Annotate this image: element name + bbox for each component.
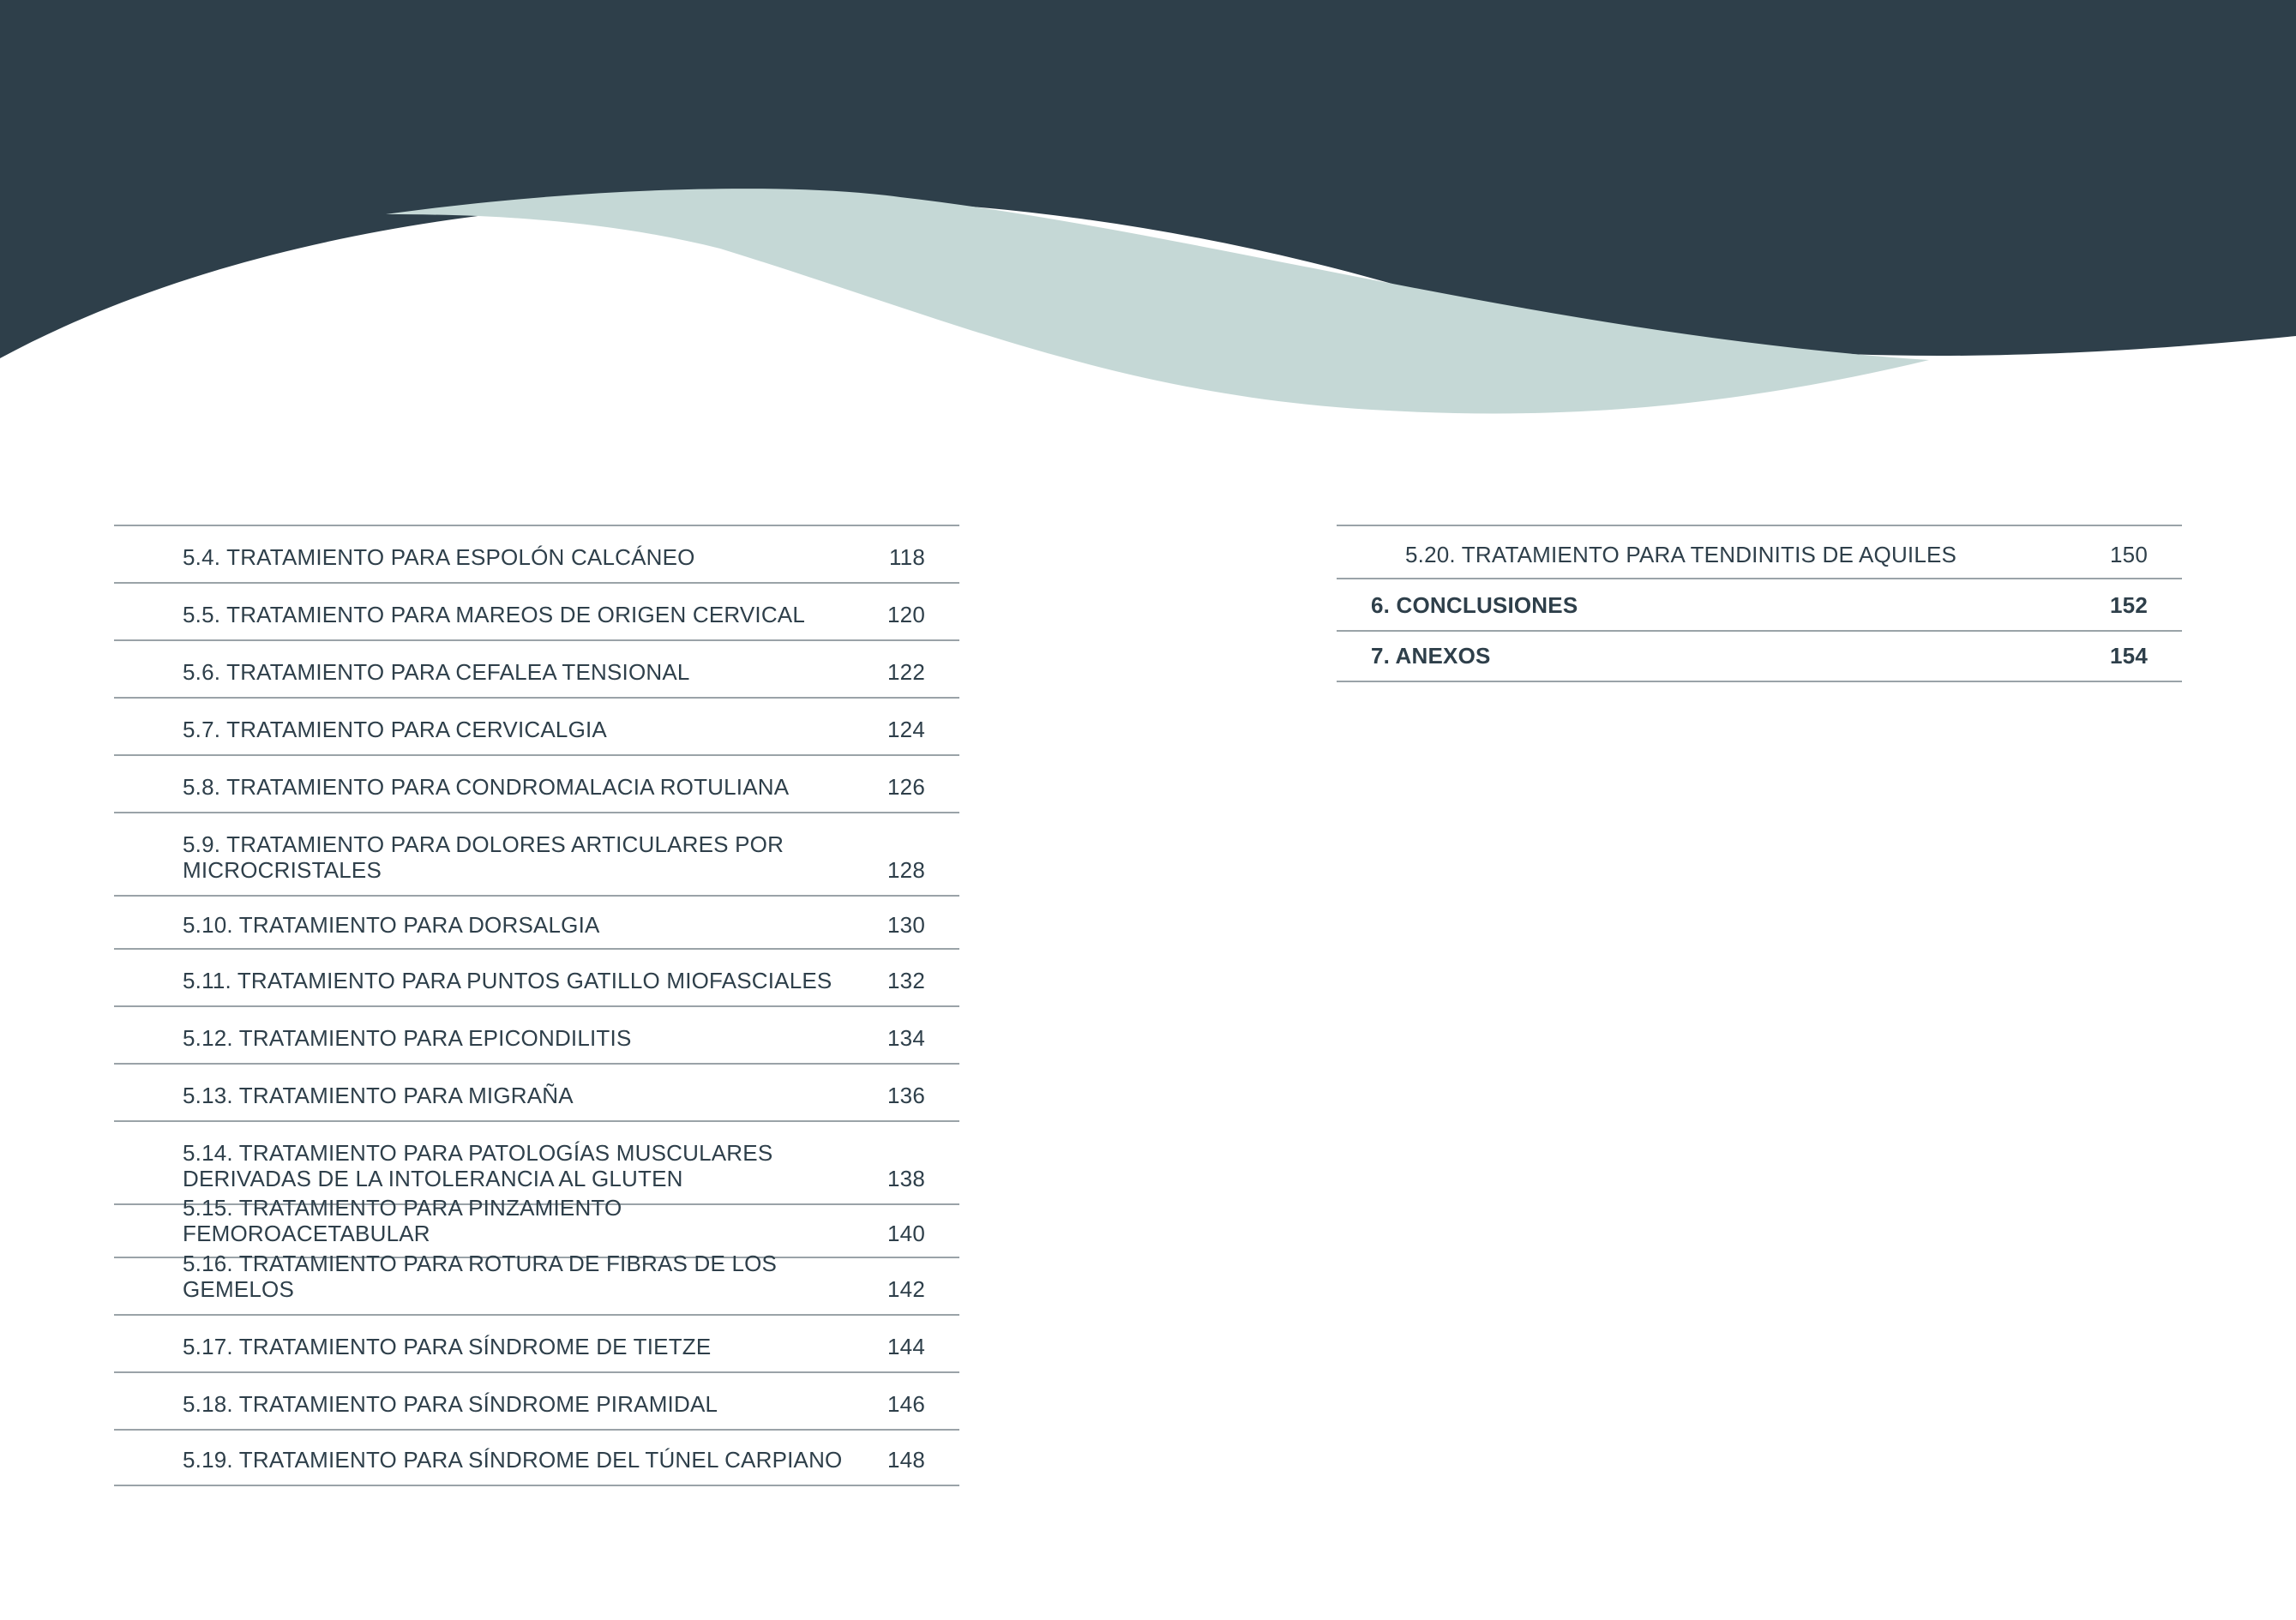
toc-entry[interactable]: 5.15. TRATAMIENTO PARA PINZAMIENTO FEMOR… bbox=[114, 1195, 959, 1257]
toc-entry-page: 122 bbox=[887, 659, 925, 685]
toc-entry-page: 118 bbox=[888, 544, 925, 570]
toc-entry[interactable]: 5.11. TRATAMIENTO PARA PUNTOS GATILLO MI… bbox=[114, 948, 959, 1005]
toc-entry-page: 134 bbox=[887, 1025, 925, 1051]
toc-entry[interactable]: 5.8. TRATAMIENTO PARA CONDROMALACIA ROTU… bbox=[114, 754, 959, 812]
toc-entry-chapter[interactable]: 6. CONCLUSIONES 152 bbox=[1337, 578, 2182, 630]
toc-entry-page: 152 bbox=[2110, 592, 2148, 618]
toc-entry-title: 7. ANEXOS bbox=[1371, 643, 1491, 669]
toc-entry-title: 5.9. TRATAMIENTO PARA DOLORES ARTICULARE… bbox=[183, 831, 784, 883]
toc-entry-page: 124 bbox=[887, 717, 925, 742]
toc-entry-title: 6. CONCLUSIONES bbox=[1371, 592, 1578, 618]
toc-entry-page: 154 bbox=[2110, 643, 2148, 669]
toc-entry-page: 148 bbox=[887, 1447, 925, 1473]
header-wave-decoration bbox=[0, 0, 2296, 429]
toc-entry[interactable]: 5.4. TRATAMIENTO PARA ESPOLÓN CALCÁNEO 11… bbox=[114, 525, 959, 582]
toc-entry-title: 5.8. TRATAMIENTO PARA CONDROMALACIA ROTU… bbox=[183, 774, 790, 800]
toc-entry-page: 120 bbox=[887, 602, 925, 627]
toc-entry-title: 5.20. TRATAMIENTO PARA TENDINITIS DE AQU… bbox=[1405, 542, 1957, 567]
toc-entry[interactable]: 5.19. TRATAMIENTO PARA SÍNDROME DEL TÚNE… bbox=[114, 1429, 959, 1486]
toc-entry-page: 126 bbox=[887, 774, 925, 800]
toc-entry-page: 138 bbox=[887, 1166, 925, 1191]
toc-entry[interactable]: 5.6. TRATAMIENTO PARA CEFALEA TENSIONAL 1… bbox=[114, 639, 959, 697]
toc-entry[interactable]: 5.10. TRATAMIENTO PARA DORSALGIA 130 bbox=[114, 895, 959, 948]
toc-entry-page: 142 bbox=[887, 1276, 925, 1302]
toc-entry-title: 5.14. TRATAMIENTO PARA PATOLOGÍAS MUSCUL… bbox=[183, 1140, 773, 1191]
toc-entry-page: 144 bbox=[887, 1334, 925, 1359]
toc-entry-title: 5.10. TRATAMIENTO PARA DORSALGIA bbox=[183, 912, 600, 938]
toc-entry-page: 130 bbox=[887, 912, 925, 938]
toc-entry-page: 136 bbox=[887, 1083, 925, 1108]
toc-entry-title: 5.6. TRATAMIENTO PARA CEFALEA TENSIONAL bbox=[183, 659, 690, 685]
toc-entry-page: 146 bbox=[887, 1391, 925, 1417]
toc-entry[interactable]: 5.9. TRATAMIENTO PARA DOLORES ARTICULARE… bbox=[114, 812, 959, 895]
toc-entry-page: 132 bbox=[887, 968, 925, 993]
toc-entry-title: 5.16. TRATAMIENTO PARA ROTURA DE FIBRAS … bbox=[183, 1251, 778, 1302]
toc-entry-title: 5.15. TRATAMIENTO PARA PINZAMIENTO FEMOR… bbox=[183, 1195, 622, 1246]
toc-entry[interactable]: 5.20. TRATAMIENTO PARA TENDINITIS DE AQU… bbox=[1337, 525, 2182, 578]
toc-entry[interactable]: 5.14. TRATAMIENTO PARA PATOLOGÍAS MUSCUL… bbox=[114, 1120, 959, 1203]
toc-entry-title: 5.18. TRATAMIENTO PARA SÍNDROME PIRAMIDA… bbox=[183, 1391, 718, 1417]
toc-entry-title: 5.5. TRATAMIENTO PARA MAREOS DE ORIGEN C… bbox=[183, 602, 806, 627]
toc-entry[interactable]: 5.12. TRATAMIENTO PARA EPICONDILITIS 134 bbox=[114, 1005, 959, 1063]
toc-entry-title: 5.7. TRATAMIENTO PARA CERVICALGIA bbox=[183, 717, 607, 742]
toc-entry-title: 5.12. TRATAMIENTO PARA EPICONDILITIS bbox=[183, 1025, 632, 1051]
toc-left-column: 5.4. TRATAMIENTO PARA ESPOLÓN CALCÁNEO 11… bbox=[114, 525, 959, 1486]
toc-entry-title: 5.17. TRATAMIENTO PARA SÍNDROME DE TIETZ… bbox=[183, 1334, 712, 1359]
toc-right-column: 5.20. TRATAMIENTO PARA TENDINITIS DE AQU… bbox=[1337, 525, 2182, 682]
toc-entry-title: 5.4. TRATAMIENTO PARA ESPOLÓN CALCÁNEO bbox=[183, 544, 695, 570]
toc-entry[interactable]: 5.17. TRATAMIENTO PARA SÍNDROME DE TIETZ… bbox=[114, 1314, 959, 1371]
toc-entry-title: 5.19. TRATAMIENTO PARA SÍNDROME DEL TÚNE… bbox=[183, 1447, 843, 1473]
toc-entry[interactable]: 5.16. TRATAMIENTO PARA ROTURA DE FIBRAS … bbox=[114, 1251, 959, 1314]
toc-entry-title: 5.11. TRATAMIENTO PARA PUNTOS GATILLO MI… bbox=[183, 968, 832, 993]
toc-entry-title: 5.13. TRATAMIENTO PARA MIGRAÑA bbox=[183, 1083, 574, 1108]
toc-entry-page: 140 bbox=[887, 1221, 925, 1246]
toc-entry-chapter[interactable]: 7. ANEXOS 154 bbox=[1337, 630, 2182, 682]
toc-entry[interactable]: 5.18. TRATAMIENTO PARA SÍNDROME PIRAMIDA… bbox=[114, 1371, 959, 1429]
toc-entry[interactable]: 5.5. TRATAMIENTO PARA MAREOS DE ORIGEN C… bbox=[114, 582, 959, 639]
toc-entry-page: 128 bbox=[887, 857, 925, 883]
toc-entry-page: 150 bbox=[2110, 542, 2148, 567]
toc-entry[interactable]: 5.13. TRATAMIENTO PARA MIGRAÑA 136 bbox=[114, 1063, 959, 1120]
toc-entry[interactable]: 5.7. TRATAMIENTO PARA CERVICALGIA 124 bbox=[114, 697, 959, 754]
